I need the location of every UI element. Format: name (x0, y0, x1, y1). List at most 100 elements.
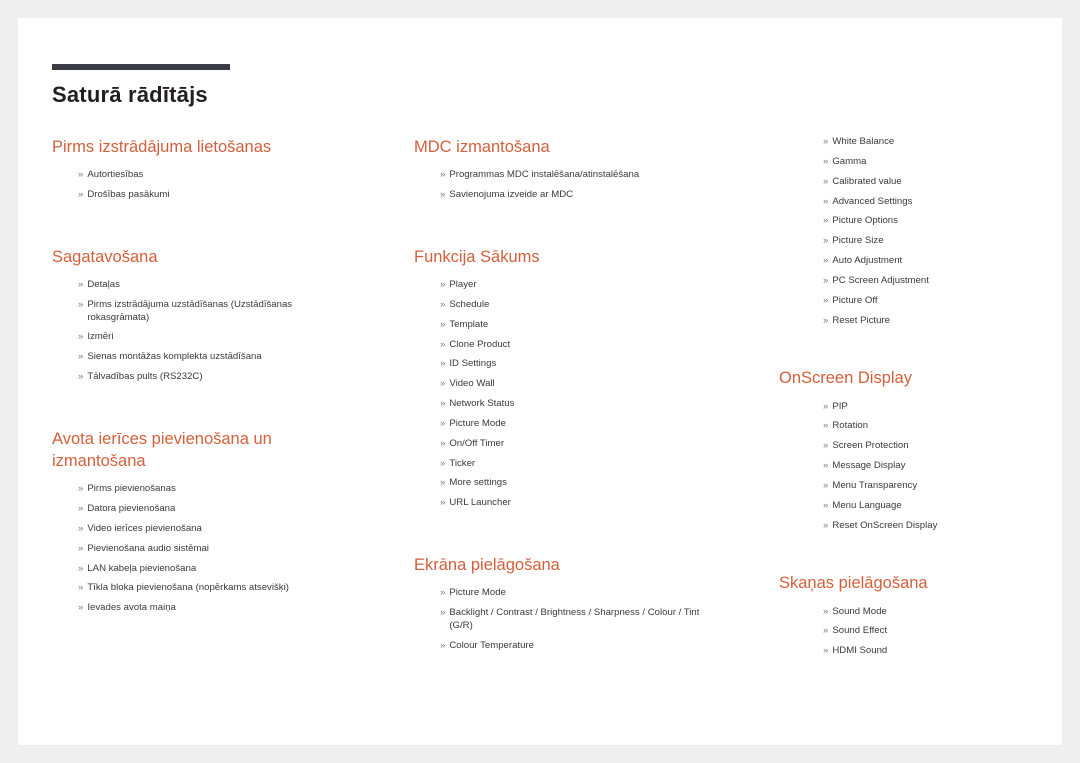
list-item[interactable]: » Drošības pasākumi (52, 189, 332, 202)
list-item[interactable]: » Template (414, 319, 704, 332)
toc-section: Funkcija Sākums » Player » Schedule » Te… (414, 246, 704, 510)
list-item[interactable]: » Calibrated value (779, 176, 1044, 189)
list-item[interactable]: » Rotation (779, 420, 1044, 433)
section-heading[interactable]: MDC izmantošana (414, 136, 704, 158)
list-item[interactable]: » Auto Adjustment (779, 255, 1044, 268)
list-item[interactable]: » Picture Options (779, 215, 1044, 228)
guillemet-icon: » (823, 625, 829, 637)
section-item-list: » Player » Schedule » Template » Clone P… (414, 279, 704, 510)
section-heading[interactable]: OnScreen Display (779, 367, 1044, 389)
list-item[interactable]: » Pirms pievienošanas (52, 483, 332, 496)
section-heading[interactable]: Skaņas pielāgošana (779, 572, 1044, 594)
guillemet-icon: » (78, 331, 84, 343)
section-item-list: » Detaļas » Pirms izstrādājuma uzstādīša… (52, 279, 332, 384)
toc-section: Sagatavošana » Detaļas » Pirms izstrādāj… (52, 246, 332, 384)
list-item-label: Pirms pievienošanas (87, 483, 176, 495)
list-item[interactable]: » Backlight / Contrast / Brightness / Sh… (414, 607, 704, 632)
list-item-label: Schedule (449, 298, 490, 310)
list-item[interactable]: » Tālvadības pults (RS232C) (52, 371, 332, 384)
list-item[interactable]: » Video Wall (414, 378, 704, 391)
list-item-label: Savienojuma izveide ar MDC (449, 189, 574, 201)
guillemet-icon: » (440, 338, 446, 350)
list-item-label: Picture Mode (449, 587, 506, 599)
list-item-label: Drošības pasākumi (87, 189, 170, 201)
list-item[interactable]: » PC Screen Adjustment (779, 275, 1044, 288)
guillemet-icon: » (440, 318, 446, 330)
list-item[interactable]: » White Balance (779, 136, 1044, 149)
list-item[interactable]: » HDMI Sound (779, 645, 1044, 658)
guillemet-icon: » (823, 314, 829, 326)
list-item[interactable]: » Player (414, 279, 704, 292)
guillemet-icon: » (440, 417, 446, 429)
guillemet-icon: » (823, 215, 829, 227)
list-item[interactable]: » Advanced Settings (779, 196, 1044, 209)
list-item-label: Menu Transparency (832, 479, 918, 491)
list-item-label: Message Display (832, 460, 906, 472)
list-item[interactable]: » Sound Mode (779, 606, 1044, 619)
list-item[interactable]: » Pirms izstrādājuma uzstādīšanas (Uzstā… (52, 299, 332, 324)
guillemet-icon: » (440, 298, 446, 310)
guillemet-icon: » (440, 497, 446, 509)
list-item-label: LAN kabeļa pievienošana (87, 562, 197, 574)
list-item[interactable]: » Menu Transparency (779, 480, 1044, 493)
list-item-label: Player (449, 279, 477, 291)
list-item[interactable]: » Picture Mode (414, 587, 704, 600)
guillemet-icon: » (823, 294, 829, 306)
list-item[interactable]: » Picture Off (779, 295, 1044, 308)
section-heading[interactable]: Funkcija Sākums (414, 246, 704, 268)
list-item[interactable]: » Detaļas (52, 279, 332, 292)
list-item[interactable]: » Reset Picture (779, 315, 1044, 328)
list-item[interactable]: » Ticker (414, 458, 704, 471)
section-heading[interactable]: Sagatavošana (52, 246, 332, 268)
list-item[interactable]: » LAN kabeļa pievienošana (52, 563, 332, 576)
section-item-list: » Sound Mode » Sound Effect » HDMI Sound (779, 606, 1044, 658)
list-item[interactable]: » Savienojuma izveide ar MDC (414, 189, 704, 202)
toc-section: » White Balance » Gamma » Calibrated val… (779, 136, 1044, 327)
list-item[interactable]: » Screen Protection (779, 440, 1044, 453)
list-item[interactable]: » Ievades avota maiņa (52, 602, 332, 615)
list-item[interactable]: » Sienas montāžas komplekta uzstādīšana (52, 351, 332, 364)
section-heading[interactable]: Ekrāna pielāgošana (414, 554, 704, 576)
list-item[interactable]: » ID Settings (414, 358, 704, 371)
list-item[interactable]: » On/Off Timer (414, 438, 704, 451)
list-item[interactable]: » Programmas MDC instalēšana/atinstalēša… (414, 169, 704, 182)
list-item[interactable]: » Colour Temperature (414, 640, 704, 653)
list-item[interactable]: » Sound Effect (779, 625, 1044, 638)
list-item-label: More settings (449, 477, 507, 489)
list-item[interactable]: » Gamma (779, 156, 1044, 169)
guillemet-icon: » (823, 499, 829, 511)
section-heading[interactable]: Pirms izstrādājuma lietošanas (52, 136, 332, 158)
list-item[interactable]: » Tīkla bloka pievienošana (nopērkams at… (52, 582, 332, 595)
list-item[interactable]: » Menu Language (779, 500, 1044, 513)
section-item-list: » White Balance » Gamma » Calibrated val… (779, 136, 1044, 327)
guillemet-icon: » (823, 400, 829, 412)
list-item[interactable]: » Izmēri (52, 331, 332, 344)
list-item[interactable]: » Message Display (779, 460, 1044, 473)
list-item[interactable]: » Autortiesības (52, 169, 332, 182)
list-item-label: Reset OnScreen Display (832, 519, 938, 531)
guillemet-icon: » (440, 279, 446, 291)
list-item-label: HDMI Sound (832, 645, 888, 657)
list-item[interactable]: » Clone Product (414, 339, 704, 352)
list-item[interactable]: » Datora pievienošana (52, 503, 332, 516)
list-item[interactable]: » URL Launcher (414, 497, 704, 510)
list-item[interactable]: » Pievienošana audio sistēmai (52, 543, 332, 556)
list-item[interactable]: » Network Status (414, 398, 704, 411)
list-item[interactable]: » Reset OnScreen Display (779, 520, 1044, 533)
toc-section: Ekrāna pielāgošana » Picture Mode » Back… (414, 554, 704, 652)
list-item[interactable]: » Picture Mode (414, 418, 704, 431)
title-rule-divider (52, 64, 230, 70)
list-item[interactable]: » PIP (779, 401, 1044, 414)
guillemet-icon: » (78, 351, 84, 363)
guillemet-icon: » (823, 155, 829, 167)
toc-section: Skaņas pielāgošana » Sound Mode » Sound … (779, 572, 1044, 658)
toc-column-2: MDC izmantošana » Programmas MDC instalē… (414, 136, 704, 659)
list-item[interactable]: » Video ierīces pievienošana (52, 523, 332, 536)
guillemet-icon: » (440, 639, 446, 651)
list-item[interactable]: » More settings (414, 477, 704, 490)
list-item[interactable]: » Picture Size (779, 235, 1044, 248)
list-item[interactable]: » Schedule (414, 299, 704, 312)
guillemet-icon: » (440, 437, 446, 449)
list-item-label: Pirms izstrādājuma uzstādīšanas (Uzstādī… (87, 298, 293, 323)
section-heading[interactable]: Avota ierīces pievienošana un izmantošan… (52, 428, 332, 473)
